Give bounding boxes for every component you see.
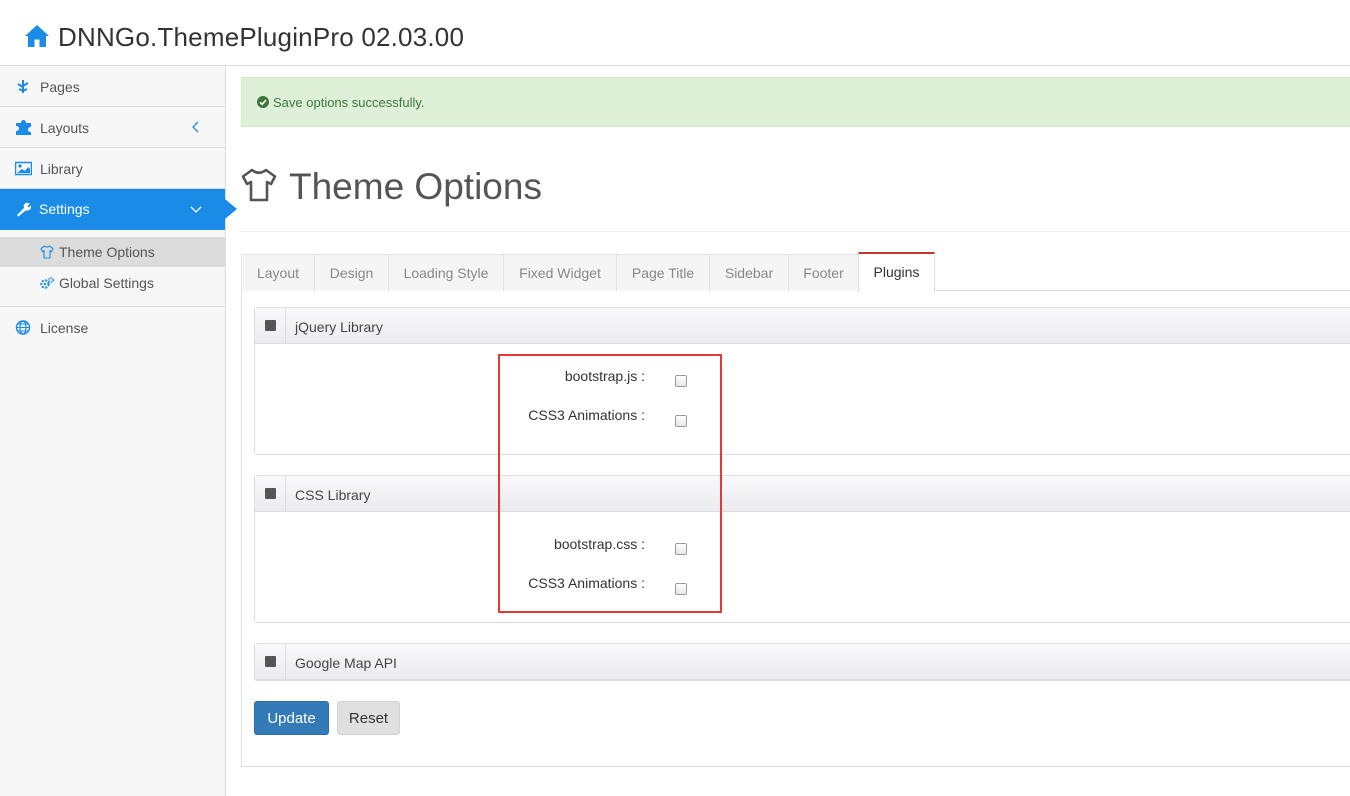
tab-plugins[interactable]: Plugins: [858, 252, 935, 292]
sidebar-subitem-theme-options[interactable]: Theme Options: [0, 237, 225, 267]
tab-loading-style[interactable]: Loading Style: [388, 254, 504, 291]
sidebar-item-license[interactable]: License: [0, 307, 225, 348]
chevron-left-icon[interactable]: [190, 121, 202, 133]
sidebar-item-label: License: [40, 320, 89, 336]
pages-icon: [17, 80, 29, 93]
tshirt-icon: [241, 168, 277, 202]
gears-icon: [40, 277, 54, 289]
app-header: DNNGo.ThemePluginPro 02.03.00: [0, 0, 1350, 66]
sidebar-item-label: Layouts: [40, 120, 90, 136]
panel-header[interactable]: CSS Library: [255, 476, 1350, 512]
panel-css-library: CSS Library: [254, 475, 1350, 623]
sidebar-item-layouts[interactable]: Layouts: [0, 107, 225, 148]
panel-title: jQuery Library: [295, 319, 383, 335]
globe-icon: [15, 320, 31, 335]
update-button[interactable]: Update: [254, 701, 329, 735]
tab-bar: Layout Design Loading Style Fixed Widget…: [241, 252, 1350, 292]
sidebar-item-label: Settings: [39, 201, 90, 217]
tab-footer[interactable]: Footer: [788, 254, 859, 291]
tab-fixed-widget[interactable]: Fixed Widget: [503, 254, 617, 291]
sidebar-item-label: Library: [40, 161, 83, 177]
reset-button[interactable]: Reset: [337, 701, 400, 735]
alert-message: Save options successfully.: [273, 95, 425, 110]
sidebar-item-label: Pages: [40, 79, 80, 95]
image-icon: [15, 161, 32, 176]
app-title: DNNGo.ThemePluginPro 02.03.00: [58, 22, 465, 52]
expand-icon[interactable]: [265, 488, 276, 499]
sidebar-item-pages[interactable]: Pages: [0, 66, 225, 107]
success-alert: Save options successfully.: [241, 77, 1350, 127]
expand-icon[interactable]: [265, 320, 276, 331]
home-icon[interactable]: [24, 24, 50, 48]
sidebar-item-library[interactable]: Library: [0, 148, 225, 189]
panel-header[interactable]: jQuery Library: [255, 308, 1350, 344]
tab-page-title[interactable]: Page Title: [616, 254, 710, 291]
sidebar-subitem-global-settings[interactable]: Global Settings: [0, 268, 225, 298]
chevron-down-icon[interactable]: [190, 203, 202, 215]
sidebar: Pages Layouts Library Settings Theme Opt…: [0, 66, 237, 796]
wrench-icon: [17, 202, 32, 217]
highlight-box: [498, 354, 722, 613]
panel-header[interactable]: Google Map API: [255, 644, 1350, 680]
panel-title: CSS Library: [295, 487, 371, 503]
sidebar-subitem-label: Global Settings: [59, 275, 154, 291]
tab-layout[interactable]: Layout: [241, 254, 315, 291]
sidebar-subitem-label: Theme Options: [59, 244, 155, 260]
tab-sidebar[interactable]: Sidebar: [709, 254, 789, 291]
panel-title: Google Map API: [295, 655, 397, 671]
tab-design[interactable]: Design: [314, 254, 389, 291]
expand-icon[interactable]: [265, 656, 276, 667]
title-divider: [241, 231, 1350, 232]
puzzle-icon: [16, 120, 31, 135]
check-circle-icon: [257, 96, 269, 108]
panel-google-map-api: Google Map API: [254, 643, 1350, 681]
tshirt-icon: [40, 245, 54, 259]
panel-jquery-library: jQuery Library: [254, 307, 1350, 455]
page-title: Theme Options: [289, 166, 542, 207]
sidebar-item-settings[interactable]: Settings: [0, 189, 237, 230]
